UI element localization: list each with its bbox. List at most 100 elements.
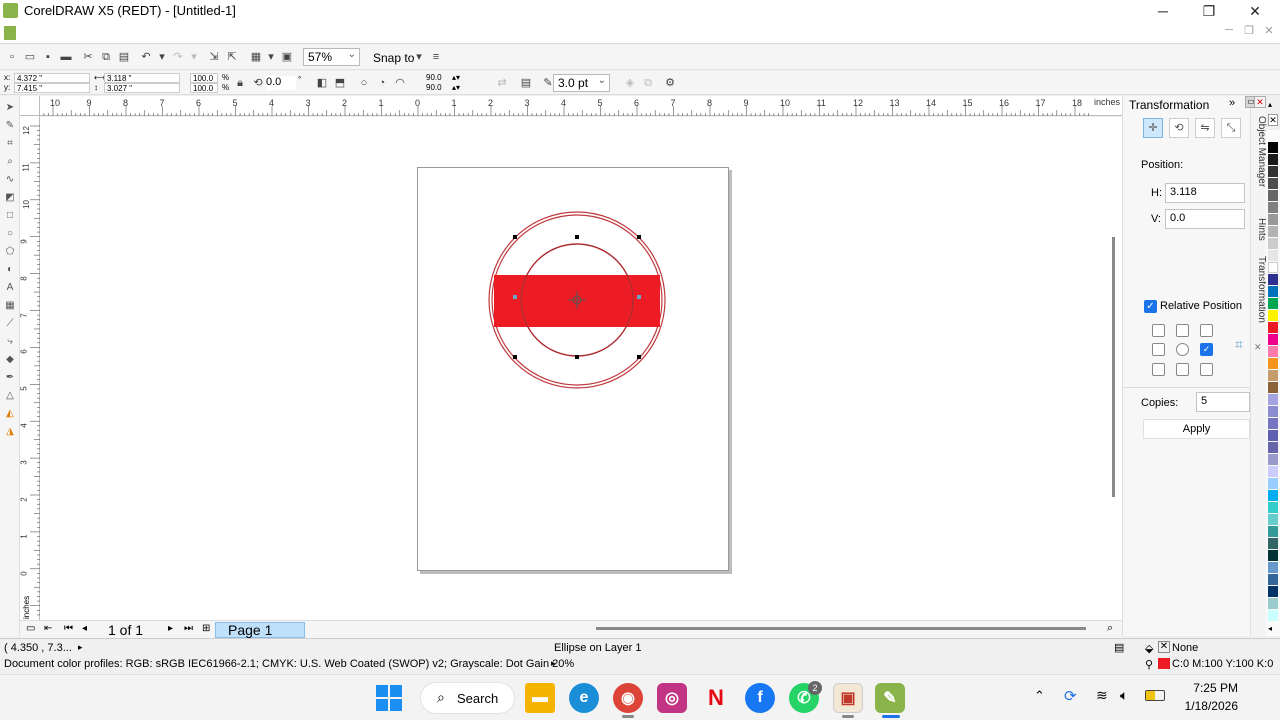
- rectangle-tool-icon[interactable]: □: [4, 210, 16, 222]
- selection-handle[interactable]: [637, 355, 641, 359]
- wrap-text-icon[interactable]: ▤: [520, 77, 532, 89]
- color-swatch[interactable]: [1268, 298, 1278, 309]
- facebook-icon[interactable]: f: [745, 683, 775, 713]
- color-swatch[interactable]: [1268, 310, 1278, 321]
- ellipse-tool-icon[interactable]: ○: [4, 228, 16, 240]
- outline-width-combo[interactable]: 3.0 pt ⌄: [553, 74, 610, 92]
- color-swatch[interactable]: [1268, 334, 1278, 345]
- width-field[interactable]: 3.118 ": [104, 73, 180, 83]
- rotation-field[interactable]: 0.0: [266, 76, 296, 90]
- instagram-icon[interactable]: ◎: [657, 683, 687, 713]
- horizontal-ruler[interactable]: 10 9 8 7 6 5 4 3 2 1 0 1 2 3 4 5 6 7 8 9 10 11 12 13 14 15 16 17 18 …: [40, 96, 1122, 116]
- page-1-tab[interactable]: Page 1: [215, 622, 305, 638]
- color-swatch[interactable]: [1268, 178, 1278, 189]
- settings-icon[interactable]: ⚙: [664, 77, 676, 89]
- anchor-top-right[interactable]: [1200, 324, 1213, 337]
- doc-minimize-button[interactable]: ─: [1220, 24, 1238, 36]
- undo-dropdown-icon[interactable]: ▾: [156, 51, 168, 63]
- anchor-center[interactable]: [1176, 343, 1189, 356]
- anchor-middle-right[interactable]: ✓: [1200, 343, 1213, 356]
- last-page-icon[interactable]: ⏭: [184, 623, 193, 634]
- doc-close-button[interactable]: ✕: [1260, 24, 1278, 37]
- office-app-icon[interactable]: ▣: [833, 683, 863, 713]
- pick-tool-icon[interactable]: ➤: [4, 102, 16, 114]
- color-swatch[interactable]: [1268, 598, 1278, 609]
- size-mode-button[interactable]: ⤡: [1221, 118, 1241, 138]
- color-swatch[interactable]: [1268, 466, 1278, 477]
- color-swatch[interactable]: [1268, 226, 1278, 237]
- copies-field[interactable]: 5: [1196, 392, 1250, 412]
- profiles-arrow-icon[interactable]: ▸: [551, 658, 556, 669]
- first-page-icon[interactable]: ⇤: [44, 623, 52, 634]
- vertical-scrollbar[interactable]: [1106, 117, 1122, 620]
- redo-icon[interactable]: ↷: [172, 51, 184, 63]
- doc-restore-button[interactable]: ❐: [1240, 24, 1258, 37]
- position-mode-button[interactable]: ✛: [1143, 118, 1163, 138]
- file-explorer-icon[interactable]: ▬: [525, 683, 555, 713]
- color-swatch[interactable]: [1268, 190, 1278, 201]
- options-icon[interactable]: ≡: [430, 51, 442, 63]
- color-swatch[interactable]: [1268, 406, 1278, 417]
- color-swatch[interactable]: [1268, 322, 1278, 333]
- color-swatch[interactable]: [1268, 394, 1278, 405]
- drawing-canvas[interactable]: [40, 117, 1106, 620]
- zoom-tool-icon[interactable]: ⌕: [4, 156, 16, 168]
- tab-close-icon[interactable]: ✕: [1254, 342, 1262, 353]
- chrome-icon[interactable]: ◉: [613, 683, 643, 713]
- scale-mirror-mode-button[interactable]: ⇋: [1195, 118, 1215, 138]
- no-color-swatch[interactable]: ✕: [1268, 114, 1278, 126]
- color-swatch[interactable]: [1268, 382, 1278, 393]
- color-swatch[interactable]: [1268, 490, 1278, 501]
- minimize-button[interactable]: ─: [1140, 0, 1186, 22]
- ruler-origin[interactable]: [20, 96, 40, 116]
- arc-icon[interactable]: ◠: [394, 77, 406, 89]
- maximize-button[interactable]: ❐: [1186, 0, 1232, 22]
- color-swatch[interactable]: [1268, 238, 1278, 249]
- close-button[interactable]: ✕: [1232, 0, 1278, 22]
- color-swatch[interactable]: [1268, 214, 1278, 225]
- h-position-field[interactable]: 3.118: [1165, 183, 1245, 203]
- anchor-bottom-left[interactable]: [1152, 363, 1165, 376]
- paste-icon[interactable]: ▤: [118, 51, 130, 63]
- export-icon[interactable]: ⇱: [226, 51, 238, 63]
- palette-scroll-up-icon[interactable]: ▴: [1268, 100, 1272, 109]
- mirror-horizontal-icon[interactable]: ◧: [316, 77, 328, 89]
- outline-tool-icon[interactable]: △: [4, 390, 16, 402]
- undo-icon[interactable]: ↶: [140, 51, 152, 63]
- polygon-tool-icon[interactable]: ⬠: [4, 246, 16, 258]
- color-swatch[interactable]: [1268, 610, 1278, 621]
- scale-width-field[interactable]: 100.0: [190, 73, 218, 83]
- anchor-middle-left[interactable]: [1152, 343, 1165, 356]
- height-field[interactable]: 3.027 ": [104, 83, 180, 93]
- selection-handle[interactable]: [513, 235, 517, 239]
- anchor-top-left[interactable]: [1152, 324, 1165, 337]
- relative-position-checkbox[interactable]: ✓: [1144, 300, 1157, 313]
- start-button[interactable]: [376, 685, 402, 711]
- change-direction-icon[interactable]: ⇄: [496, 77, 508, 89]
- previous-page-icon[interactable]: ◂: [82, 623, 87, 634]
- cut-icon[interactable]: ✂: [82, 51, 94, 63]
- sync-icon[interactable]: ⟳: [1064, 687, 1077, 705]
- battery-icon[interactable]: [1145, 690, 1165, 701]
- selection-handle[interactable]: [637, 235, 641, 239]
- fill-tool-icon[interactable]: ◭: [4, 408, 16, 420]
- launcher-dropdown-icon[interactable]: ▾: [265, 51, 277, 63]
- color-swatch[interactable]: [1268, 202, 1278, 213]
- color-swatch[interactable]: [1268, 262, 1278, 273]
- color-swatch[interactable]: [1268, 166, 1278, 177]
- start-angle-field[interactable]: 90.0: [424, 73, 450, 83]
- anchor-top-center[interactable]: [1176, 324, 1189, 337]
- apply-button[interactable]: Apply: [1143, 419, 1250, 439]
- volume-icon[interactable]: 🔈︎: [1120, 687, 1128, 704]
- horizontal-scroll-thumb[interactable]: [596, 627, 1086, 630]
- show-hidden-icons[interactable]: ⌃: [1034, 688, 1045, 704]
- v-position-field[interactable]: 0.0: [1165, 209, 1245, 229]
- snap-to-button[interactable]: Snap to: [373, 51, 414, 65]
- print-icon[interactable]: ▬: [60, 51, 72, 63]
- color-swatch[interactable]: [1268, 250, 1278, 261]
- copy-icon[interactable]: ⧉: [100, 51, 112, 63]
- welcome-screen-icon[interactable]: ▣: [281, 51, 293, 63]
- coreldraw-taskbar-icon[interactable]: ✎: [875, 683, 905, 713]
- color-swatch[interactable]: [1268, 562, 1278, 573]
- color-swatch[interactable]: [1268, 358, 1278, 369]
